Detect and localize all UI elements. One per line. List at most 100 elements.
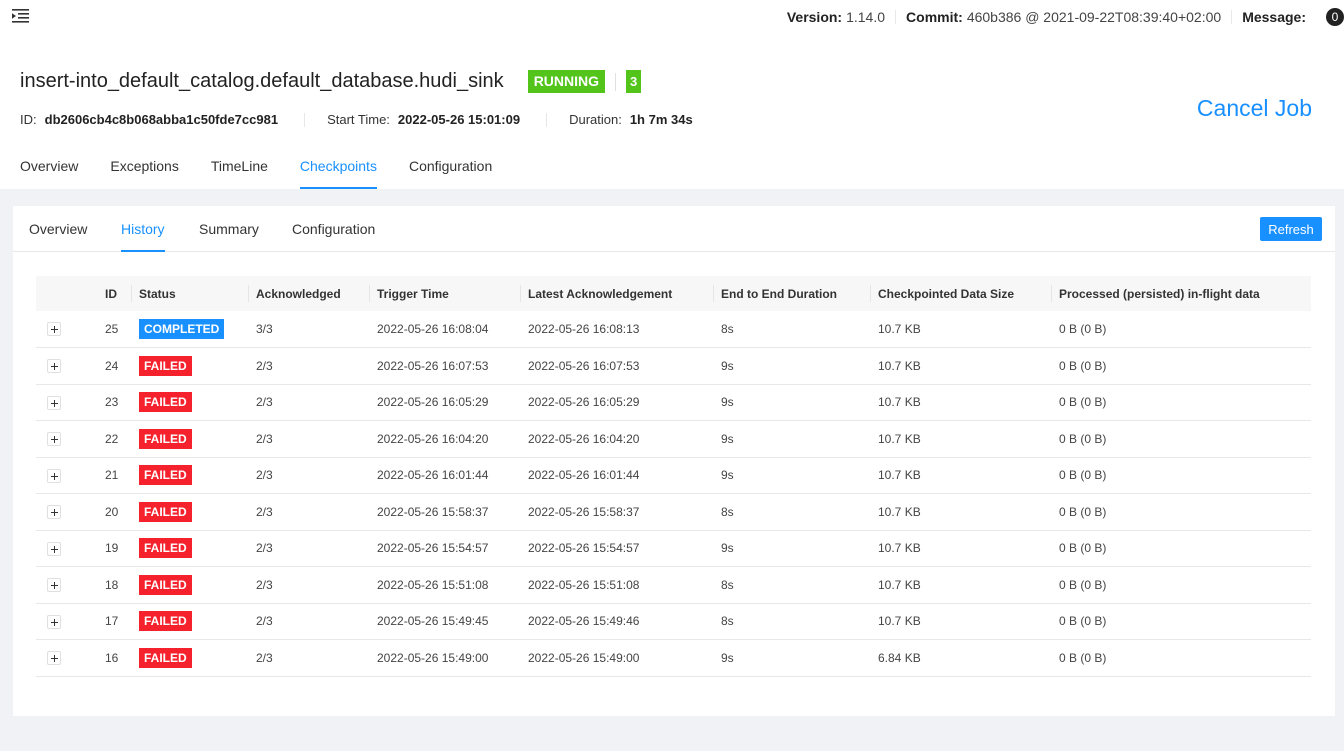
data-size: 10.7 KB (870, 457, 1051, 494)
status-cell: FAILED (131, 530, 248, 567)
status-cell: FAILED (131, 639, 248, 677)
plus-square-icon[interactable] (47, 614, 61, 629)
e2e-duration: 9s (713, 384, 870, 421)
tab-configuration[interactable]: Configuration (409, 158, 492, 189)
subtab-configuration[interactable]: Configuration (292, 221, 375, 252)
subtab-overview[interactable]: Overview (29, 221, 87, 252)
job-title-row: insert-into_default_catalog.default_data… (20, 70, 642, 93)
inflight-data: 0 B (0 B) (1051, 420, 1311, 458)
status-badge: FAILED (139, 392, 192, 413)
status-cell: FAILED (131, 566, 248, 604)
build-info: Version: 1.14.0 Commit: 460b386 @ 2021-0… (787, 0, 1344, 34)
status-badge: FAILED (139, 538, 192, 559)
e2e-duration: 8s (713, 493, 870, 531)
divider (615, 72, 617, 91)
latest-ack: 2022-05-26 16:01:44 (520, 457, 713, 494)
checkpoint-id: 18 (97, 566, 131, 604)
checkpoint-history-table: ID Status Acknowledged Trigger Time Late… (36, 276, 1311, 677)
version-label: Version: (786, 9, 843, 25)
checkpoints-card: Overview History Summary Configuration R… (13, 206, 1335, 716)
acknowledged: 2/3 (248, 493, 369, 531)
e2e-duration: 9s (713, 420, 870, 458)
tab-timeline[interactable]: TimeLine (211, 158, 268, 189)
plus-square-icon[interactable] (47, 578, 61, 593)
tab-overview[interactable]: Overview (20, 158, 78, 189)
status-badge: FAILED (139, 647, 192, 668)
plus-square-icon[interactable] (47, 541, 61, 556)
status-badge: FAILED (139, 428, 192, 449)
trigger-time: 2022-05-26 16:04:20 (369, 420, 520, 458)
inflight-data: 0 B (0 B) (1051, 493, 1311, 531)
plus-square-icon[interactable] (47, 505, 61, 520)
plus-square-icon[interactable] (47, 359, 61, 374)
table-header-row: ID Status Acknowledged Trigger Time Late… (36, 276, 1311, 311)
inflight-data: 0 B (0 B) (1051, 457, 1311, 494)
data-size: 10.7 KB (870, 566, 1051, 604)
table-row[interactable]: 19 FAILED 2/3 2022-05-26 15:54:57 2022-0… (36, 530, 1311, 567)
latest-ack: 2022-05-26 15:51:08 (520, 566, 713, 604)
table-row[interactable]: 24 FAILED 2/3 2022-05-26 16:07:53 2022-0… (36, 347, 1311, 385)
tab-checkpoints[interactable]: Checkpoints (299, 158, 378, 189)
tab-exceptions[interactable]: Exceptions (110, 158, 178, 189)
start-time-label: Start Time: (327, 112, 390, 127)
column-header: End to End Duration (713, 276, 870, 311)
data-size: 10.7 KB (870, 530, 1051, 567)
cancel-job-button[interactable]: Cancel Job (1197, 95, 1312, 122)
trigger-time: 2022-05-26 16:01:44 (369, 457, 520, 494)
expand-cell (36, 311, 97, 348)
table-row[interactable]: 22 FAILED 2/3 2022-05-26 16:04:20 2022-0… (36, 420, 1311, 458)
data-size: 10.7 KB (870, 603, 1051, 640)
table-row[interactable]: 21 FAILED 2/3 2022-05-26 16:01:44 2022-0… (36, 457, 1311, 494)
e2e-duration: 9s (713, 530, 870, 567)
table-row[interactable]: 18 FAILED 2/3 2022-05-26 15:51:08 2022-0… (36, 566, 1311, 604)
inflight-data: 0 B (0 B) (1051, 384, 1311, 421)
job-title: insert-into_default_catalog.default_data… (20, 70, 504, 92)
message-label[interactable]: Message: (1242, 9, 1306, 25)
table-row[interactable]: 23 FAILED 2/3 2022-05-26 16:05:29 2022-0… (36, 384, 1311, 421)
subtab-summary[interactable]: Summary (199, 221, 259, 252)
column-header: Trigger Time (369, 276, 520, 311)
expand-cell (36, 420, 97, 458)
task-count-badge: 3 (626, 70, 642, 93)
data-size: 6.84 KB (870, 639, 1051, 677)
duration-value: 1h 7m 34s (629, 112, 693, 127)
status-cell: FAILED (131, 420, 248, 458)
expand-cell (36, 384, 97, 421)
checkpoint-id: 19 (97, 530, 131, 567)
menu-fold-icon[interactable] (12, 8, 30, 24)
refresh-button[interactable]: Refresh (1260, 217, 1322, 241)
data-size: 10.7 KB (870, 347, 1051, 385)
acknowledged: 3/3 (248, 311, 369, 348)
data-size: 10.7 KB (870, 493, 1051, 531)
expand-cell (36, 493, 97, 531)
version-value: 1.14.0 (846, 9, 886, 25)
table-row[interactable]: 20 FAILED 2/3 2022-05-26 15:58:37 2022-0… (36, 493, 1311, 531)
table-row[interactable]: 16 FAILED 2/3 2022-05-26 15:49:00 2022-0… (36, 639, 1311, 677)
expand-cell (36, 566, 97, 604)
message-count-badge[interactable]: 0 (1326, 8, 1344, 26)
plus-square-icon[interactable] (47, 432, 61, 447)
job-status-badge: RUNNING (527, 70, 606, 93)
subtab-history[interactable]: History (121, 221, 165, 252)
expand-cell (36, 530, 97, 567)
table-row[interactable]: 25 COMPLETED 3/3 2022-05-26 16:08:04 202… (36, 311, 1311, 348)
column-header: Checkpointed Data Size (870, 276, 1051, 311)
trigger-time: 2022-05-26 15:51:08 (369, 566, 520, 604)
trigger-time: 2022-05-26 16:08:04 (369, 311, 520, 348)
inflight-data: 0 B (0 B) (1051, 530, 1311, 567)
status-badge: FAILED (139, 355, 192, 376)
data-size: 10.7 KB (870, 384, 1051, 421)
column-header: Acknowledged (248, 276, 369, 311)
column-header: ID (97, 276, 131, 311)
column-header: Latest Acknowledgement (520, 276, 713, 311)
plus-square-icon[interactable] (47, 651, 61, 666)
plus-square-icon[interactable] (47, 468, 61, 483)
duration-label: Duration: (569, 112, 622, 127)
status-badge: FAILED (139, 574, 192, 595)
trigger-time: 2022-05-26 16:07:53 (369, 347, 520, 385)
plus-square-icon[interactable] (47, 322, 61, 337)
table-row[interactable]: 17 FAILED 2/3 2022-05-26 15:49:45 2022-0… (36, 603, 1311, 640)
acknowledged: 2/3 (248, 530, 369, 567)
plus-square-icon[interactable] (47, 395, 61, 410)
expand-cell (36, 347, 97, 385)
